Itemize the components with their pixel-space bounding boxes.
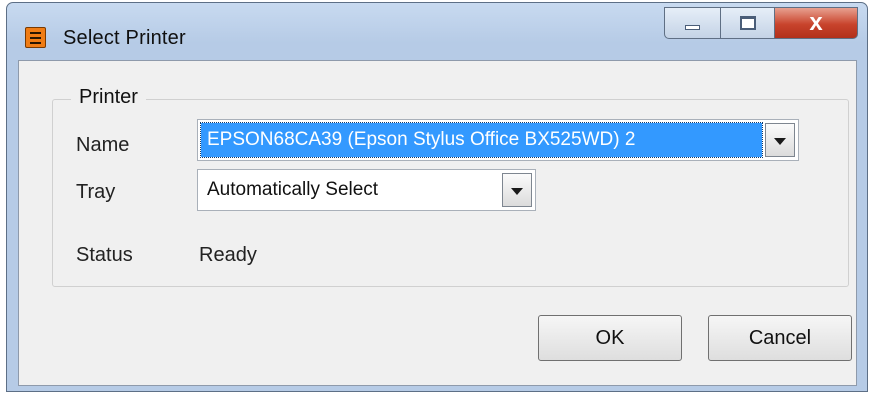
- tray-dropdown-button[interactable]: [502, 173, 532, 207]
- minimize-button[interactable]: [664, 7, 721, 39]
- chevron-down-icon: [774, 138, 786, 145]
- cancel-button[interactable]: Cancel: [708, 315, 852, 361]
- status-label: Status: [76, 244, 133, 266]
- ok-button[interactable]: OK: [538, 315, 682, 361]
- window-title: Select Printer: [63, 27, 186, 49]
- tray-label: Tray: [76, 181, 116, 203]
- printer-name-value: EPSON68CA39 (Epson Stylus Office BX525WD…: [200, 122, 763, 158]
- dialog-body: Printer Name EPSON68CA39 (Epson Stylus O…: [18, 60, 857, 386]
- chevron-down-icon: [511, 188, 523, 195]
- minimize-icon: [685, 25, 700, 30]
- printer-groupbox-legend: Printer: [71, 86, 146, 109]
- close-icon: x: [809, 9, 823, 36]
- status-value: Ready: [199, 244, 257, 266]
- close-button[interactable]: x: [774, 7, 858, 39]
- maximize-button[interactable]: [720, 7, 775, 39]
- tray-combobox[interactable]: Automatically Select: [197, 169, 536, 211]
- printer-name-dropdown-button[interactable]: [765, 123, 795, 157]
- printer-app-icon: [25, 27, 46, 48]
- printer-name-combobox[interactable]: EPSON68CA39 (Epson Stylus Office BX525WD…: [197, 119, 799, 161]
- select-printer-window: Select Printer x Printer Name EPSON68CA3…: [6, 2, 868, 392]
- name-label: Name: [76, 134, 130, 156]
- tray-value: Automatically Select: [207, 179, 379, 200]
- maximize-icon: [740, 16, 756, 30]
